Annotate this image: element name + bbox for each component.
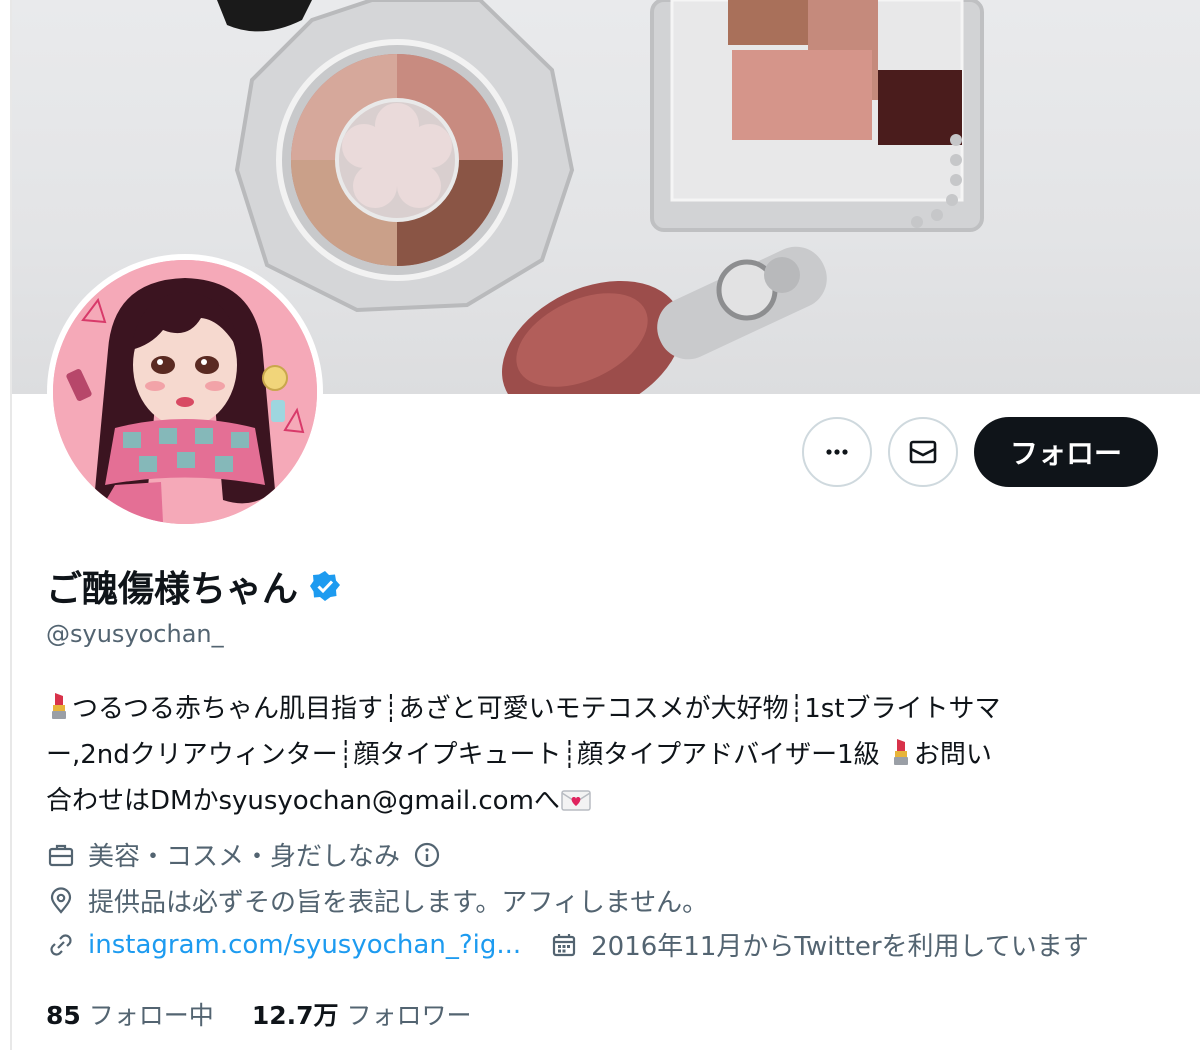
lipstick-icon — [52, 693, 66, 719]
profile-link-row: instagram.com/syusyochan_?ig... 2016年11月… — [46, 926, 1166, 963]
joined-date-text: 2016年11月からTwitterを利用しています — [591, 932, 1089, 962]
website-link[interactable]: instagram.com/syusyochan_?ig... — [88, 930, 521, 960]
followers-label: フォロワー — [346, 1001, 472, 1030]
location-pin-icon — [46, 886, 76, 916]
bio-line-1: つるつる赤ちゃん肌目指す┊あざと可愛いモテコスメが大好物┊1stブライトサマ — [46, 686, 1166, 732]
profile-name-row: ご醜傷様ちゃん — [46, 560, 342, 612]
calendar-icon — [549, 930, 579, 960]
link-icon — [46, 930, 76, 960]
bio-text-3: お問い — [913, 740, 992, 770]
followers-count: 12.7万 — [251, 1001, 339, 1030]
eyeshadow-compact-illustration — [234, 0, 575, 313]
profile-category-row: 美容・コスメ・身だしなみ — [46, 836, 1166, 873]
info-icon[interactable] — [412, 840, 442, 870]
avatar-image — [53, 260, 317, 524]
profile-handle: @syusyochan_ — [46, 620, 224, 648]
following-stat[interactable]: 85 フォロー中 — [46, 996, 214, 1032]
bio-text-2: ー,2ndクリアウィンター┊顔タイプキュート┊顔タイプアドバイザー1級 — [46, 740, 880, 770]
profile-location-row: 提供品は必ずその旨を表記します。アフィしません。 — [46, 882, 1166, 919]
briefcase-icon — [46, 840, 76, 870]
profile-bio: つるつる赤ちゃん肌目指す┊あざと可愛いモテコスメが大好物┊1stブライトサマ ー… — [46, 686, 1166, 824]
follow-button[interactable]: フォロー — [974, 417, 1158, 487]
category-text: 美容・コスメ・身だしなみ — [88, 842, 401, 872]
bio-text-4: 合わせはDMかsyusyochan@gmail.comへ — [46, 786, 560, 816]
blush-palette-illustration — [650, 0, 984, 232]
lipstick-icon — [893, 739, 908, 765]
location-text: 提供品は必ずその旨を表記します。アフィしません。 — [88, 888, 709, 918]
following-count: 85 — [46, 1001, 81, 1030]
love-letter-icon — [561, 790, 591, 811]
profile-actions: フォロー — [802, 417, 1158, 487]
bio-line-3: 合わせはDMかsyusyochan@gmail.comへ — [46, 778, 1166, 824]
bio-text-1: つるつる赤ちゃん肌目指す┊あざと可愛いモテコスメが大好物┊1stブライトサマ — [72, 694, 1001, 724]
followers-stat[interactable]: 12.7万 フォロワー — [252, 996, 472, 1032]
profile-avatar[interactable] — [47, 254, 323, 530]
following-label: フォロー中 — [88, 1001, 214, 1030]
profile-page: フォロー ご醜傷様ちゃん @syusyochan_ つるつる赤ちゃん肌目指す┊あ… — [0, 0, 1200, 1050]
display-name: ご醜傷様ちゃん — [46, 569, 299, 610]
bio-line-2: ー,2ndクリアウィンター┊顔タイプキュート┊顔タイプアドバイザー1級 お問い — [46, 732, 1166, 778]
follow-stats: 85 フォロー中 12.7万 フォロワー — [46, 996, 472, 1032]
more-options-button[interactable] — [802, 417, 872, 487]
message-button[interactable] — [888, 417, 958, 487]
verified-badge-icon[interactable] — [308, 569, 342, 603]
more-horizontal-icon — [826, 449, 848, 455]
envelope-icon — [909, 440, 937, 464]
